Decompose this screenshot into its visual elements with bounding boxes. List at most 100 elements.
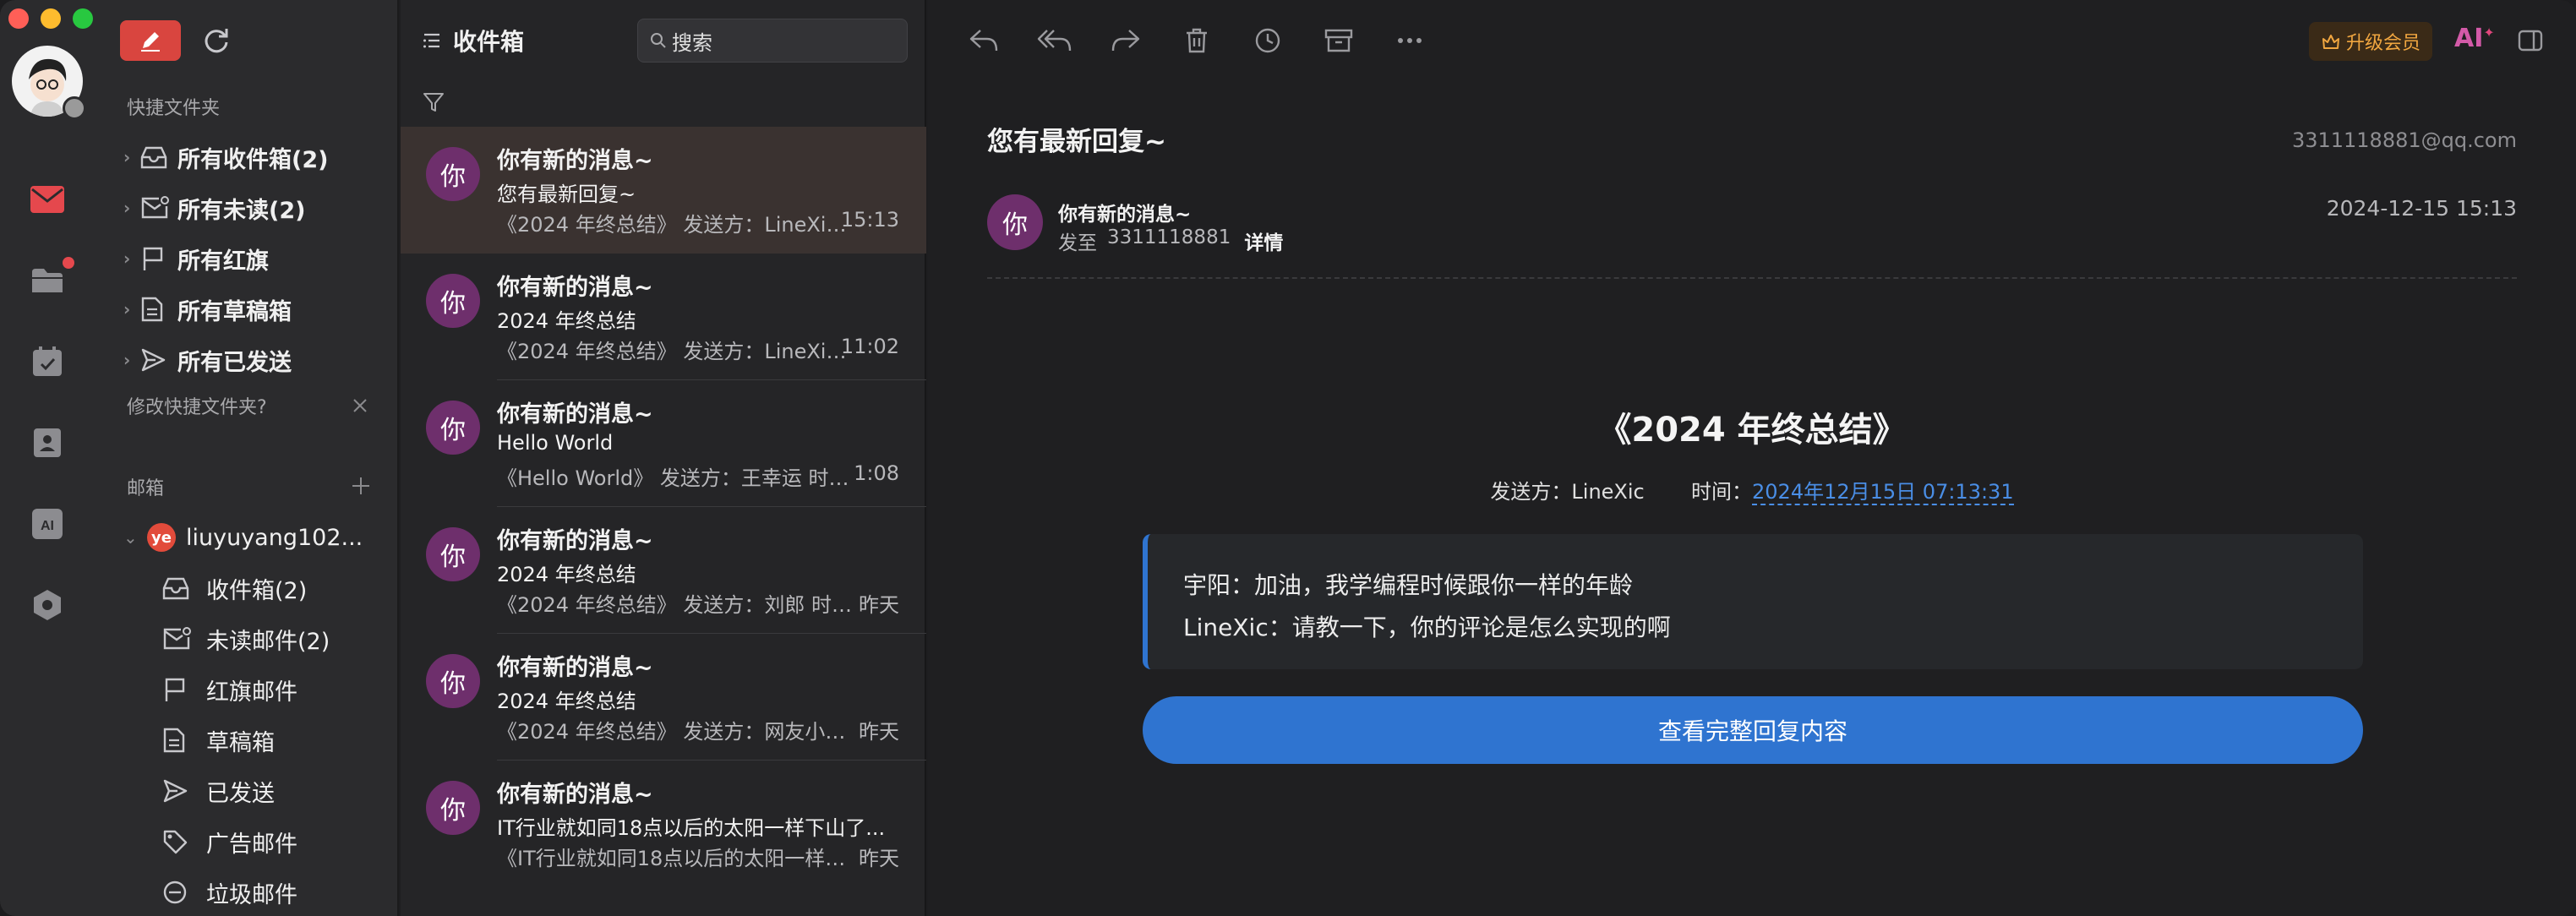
clock-icon[interactable]: [1249, 22, 1286, 59]
forward-icon[interactable]: [1107, 22, 1144, 59]
chevron-right-icon[interactable]: ›: [123, 147, 140, 167]
sender-avatar: 你: [426, 654, 480, 708]
body-sender: LineXic: [1571, 480, 1645, 504]
folder-label: 垃圾邮件: [206, 881, 297, 908]
message-from: 你有新的消息~: [497, 275, 653, 301]
minimize-window-button[interactable]: [41, 8, 61, 29]
add-mailbox-icon[interactable]: [348, 473, 374, 499]
message-preview: 《2024 年终总结》 发送方：刘郎 时间：2024年12月14日: [497, 593, 852, 617]
sender-avatar: 你: [426, 401, 480, 455]
message-time: 15:13: [840, 208, 899, 232]
message-item-selected[interactable]: 你 你有新的消息~ 您有最新回复~ 《2024 年终总结》 发送方：LineXi…: [401, 127, 926, 254]
mail-icon[interactable]: [29, 181, 66, 218]
sender-avatar: 你: [426, 781, 480, 835]
message-preview: 《IT行业就如同18点以后的太阳一样下山了》 发送方: [497, 847, 852, 870]
message-item[interactable]: 你 你有新的消息~ IT行业就如同18点以后的太阳一样下山了... 《IT行业就…: [401, 761, 926, 887]
folder-label: 收件箱(2): [206, 577, 308, 604]
favorite-all-drafts[interactable]: › 所有草稿箱: [123, 291, 292, 328]
view-full-reply-button[interactable]: 查看完整回复内容: [1143, 696, 2363, 764]
details-link[interactable]: 详情: [1244, 226, 1283, 255]
folder-sent[interactable]: 已发送: [162, 772, 275, 810]
ai-assistant-icon[interactable]: AI: [29, 505, 66, 543]
zoom-window-button[interactable]: [73, 8, 93, 29]
folder-spam[interactable]: 垃圾邮件: [162, 874, 297, 911]
archive-icon[interactable]: [1320, 22, 1357, 59]
message-item[interactable]: 你 你有新的消息~ Hello World 《Hello World》 发送方：…: [401, 380, 926, 507]
chevron-right-icon[interactable]: ›: [123, 198, 140, 218]
folder-drafts[interactable]: 草稿箱: [162, 722, 275, 759]
refresh-button[interactable]: [198, 22, 235, 59]
message-subject: IT行业就如同18点以后的太阳一样下山了...: [497, 816, 886, 840]
sender-name[interactable]: 你有新的消息~: [1058, 198, 1191, 226]
favorite-label: 所有未读(2): [177, 197, 306, 224]
trash-icon[interactable]: [1178, 22, 1215, 59]
folder-flagged[interactable]: 红旗邮件: [162, 671, 297, 708]
mail-subject: 您有最新回复~: [987, 127, 1166, 157]
sender-avatar: 你: [987, 194, 1043, 250]
message-time: 昨天: [859, 847, 899, 870]
contacts-icon[interactable]: [29, 424, 66, 461]
upgrade-label: 升级会员: [2345, 33, 2420, 54]
search-icon: [651, 33, 666, 48]
favorite-all-unread[interactable]: › 所有未读(2): [123, 189, 305, 226]
chevron-down-icon[interactable]: ⌄: [123, 527, 140, 548]
compose-button[interactable]: [120, 20, 181, 61]
mail-date: 2024-12-15 15:13: [2326, 196, 2517, 221]
message-list-header: 收件箱 搜索: [401, 0, 926, 127]
folder-icon[interactable]: [29, 262, 66, 299]
sender-avatar: 你: [426, 274, 480, 328]
filter-icon[interactable]: [423, 91, 445, 113]
settings-icon[interactable]: [29, 586, 66, 624]
folder-label: 已发送: [206, 780, 275, 807]
message-subject: 您有最新回复~: [497, 183, 636, 206]
favorite-all-inbox[interactable]: › 所有收件箱(2): [123, 139, 328, 176]
more-icon[interactable]: [1391, 22, 1428, 59]
chevron-right-icon[interactable]: ›: [123, 299, 140, 319]
ai-button[interactable]: AI✦: [2454, 24, 2495, 53]
list-title: 收件箱: [423, 24, 524, 57]
mail-body-meta: 发送方：LineXic 时间：2024年12月15日 07:13:31: [928, 475, 2576, 505]
folder-label: 广告邮件: [206, 831, 297, 858]
close-icon[interactable]: [348, 394, 372, 417]
folder-unread[interactable]: 未读邮件(2): [162, 620, 330, 657]
folder-ads[interactable]: 广告邮件: [162, 823, 297, 860]
message-item[interactable]: 你 你有新的消息~ 2024 年终总结 《2024 年终总结》 发送方：刘郎 时…: [401, 507, 926, 634]
spam-icon: [162, 878, 206, 907]
favorite-all-sent[interactable]: › 所有已发送: [123, 341, 292, 379]
recipient-line: 发至 3311118881 详情: [1058, 226, 1283, 255]
close-window-button[interactable]: [8, 8, 29, 29]
menu-icon[interactable]: [423, 32, 441, 49]
message-item[interactable]: 你 你有新的消息~ 2024 年终总结 《2024 年终总结》 发送方：Line…: [401, 254, 926, 380]
reply-quote-block: 宇阳：加油，我学编程时候跟你一样的年龄 LineXic：请教一下，你的评论是怎么…: [1143, 534, 2363, 669]
calendar-icon[interactable]: [29, 343, 66, 380]
upgrade-membership-button[interactable]: 升级会员: [2309, 22, 2432, 61]
folder-sidebar: 快捷文件夹 › 所有收件箱(2) › 所有未读(2) › 所有红旗 › 所有草稿…: [98, 0, 399, 916]
reply-all-icon[interactable]: [1036, 22, 1073, 59]
chevron-right-icon[interactable]: ›: [123, 350, 140, 370]
message-item[interactable]: 你 你有新的消息~ 2024 年终总结 《2024 年终总结》 发送方：网友小宋…: [401, 634, 926, 761]
search-input[interactable]: 搜索: [637, 19, 908, 63]
body-timestamp[interactable]: 2024年12月15日 07:13:31: [1752, 480, 2014, 505]
header-divider: [987, 277, 2517, 279]
favorite-all-flagged[interactable]: › 所有红旗: [123, 240, 269, 277]
edit-favorites-link[interactable]: 修改快捷文件夹?: [127, 392, 267, 419]
sparkle-icon: ✦: [2483, 25, 2495, 41]
favorite-label: 所有已发送: [177, 349, 292, 376]
user-status-badge: [63, 96, 86, 120]
favorite-label: 所有草稿箱: [177, 298, 292, 325]
folder-inbox[interactable]: 收件箱(2): [162, 570, 307, 607]
time-label: 时间：: [1691, 480, 1753, 504]
favorite-label: 所有红旗: [177, 248, 269, 275]
chevron-right-icon[interactable]: ›: [123, 248, 140, 269]
recipient-address[interactable]: 3311118881: [1107, 226, 1231, 255]
sidebar-toggle-icon[interactable]: [2513, 24, 2547, 57]
reply-icon[interactable]: [965, 22, 1002, 59]
mailbox-section-title: 邮箱: [127, 478, 165, 499]
crown-icon: [2322, 35, 2339, 49]
mail-account[interactable]: ⌄ ye liuyuyang102...: [123, 519, 363, 556]
sender-label: 发送方：: [1490, 480, 1572, 504]
unread-mail-icon: [140, 194, 177, 222]
message-preview: 《2024 年终总结》 发送方：LineXic 时间：2024年12月15日: [497, 340, 852, 363]
mail-body-title: 《2024 年终总结》: [1597, 411, 1907, 450]
ai-label: AI: [2454, 24, 2484, 53]
